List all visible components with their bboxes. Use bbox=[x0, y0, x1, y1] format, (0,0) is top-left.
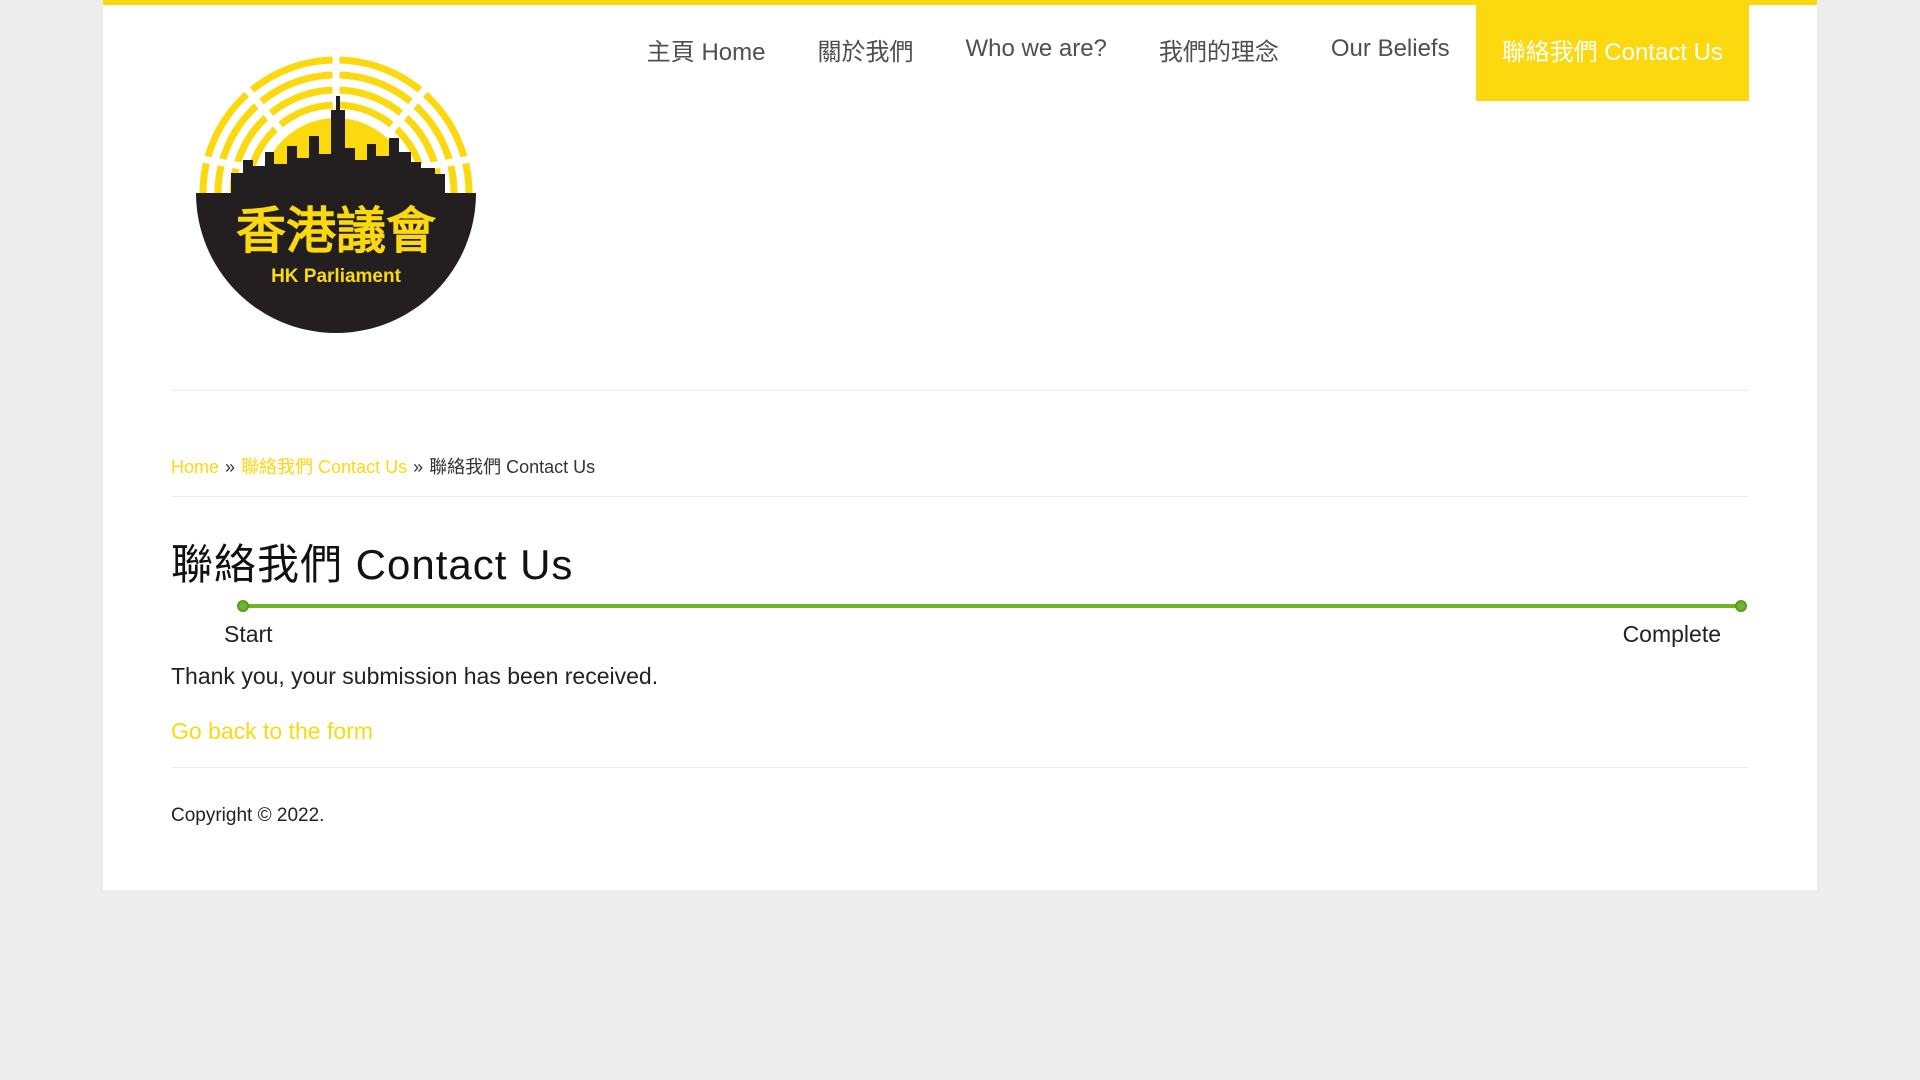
back-to-form-link[interactable]: Go back to the form bbox=[171, 718, 373, 745]
progress-end-dot bbox=[1735, 600, 1747, 612]
progress-end-label: Complete bbox=[1622, 621, 1721, 647]
copyright-text: Copyright © 2022. bbox=[171, 805, 325, 826]
logo-title-text: 香港議會 bbox=[236, 202, 437, 260]
header-divider bbox=[171, 390, 1749, 391]
site-logo[interactable]: 香港議會 HK Parliament bbox=[191, 48, 481, 338]
progress-bar bbox=[237, 600, 1747, 612]
progress-fill bbox=[243, 604, 1741, 608]
nav-item-home[interactable]: 主頁 Home bbox=[621, 5, 792, 101]
content-area: 香港議會 HK Parliament 主頁 Home 關於我們 Who we a… bbox=[171, 5, 1749, 890]
nav-item-beliefs-zh[interactable]: 我們的理念 bbox=[1133, 5, 1305, 101]
progress-start-dot bbox=[237, 600, 249, 612]
breadcrumb-divider bbox=[171, 496, 1749, 497]
page-container: 香港議會 HK Parliament 主頁 Home 關於我們 Who we a… bbox=[103, 0, 1817, 890]
nav-item-who-we-are[interactable]: Who we are? bbox=[939, 5, 1132, 101]
nav-item-contact-us[interactable]: 聯絡我們 Contact Us bbox=[1475, 5, 1749, 101]
nav-item-about-us-zh[interactable]: 關於我們 bbox=[791, 5, 939, 101]
confirmation-message: Thank you, your submission has been rece… bbox=[171, 663, 659, 689]
hk-parliament-logo-icon: 香港議會 HK Parliament bbox=[195, 48, 477, 333]
page-title: 聯絡我們 Contact Us bbox=[171, 541, 574, 588]
footer-divider bbox=[171, 767, 1749, 768]
logo-subtitle-text: HK Parliament bbox=[271, 266, 402, 287]
breadcrumb-separator: » bbox=[413, 457, 424, 477]
breadcrumb-parent-link[interactable]: 聯絡我們 Contact Us bbox=[241, 457, 407, 477]
breadcrumb-home-link[interactable]: Home bbox=[171, 457, 219, 477]
nav-item-our-beliefs[interactable]: Our Beliefs bbox=[1305, 5, 1476, 101]
main-nav: 主頁 Home 關於我們 Who we are? 我們的理念 Our Belie… bbox=[621, 5, 1749, 101]
breadcrumb-separator: » bbox=[225, 457, 236, 477]
breadcrumb-current: 聯絡我們 Contact Us bbox=[429, 457, 596, 477]
progress-start-label: Start bbox=[224, 621, 273, 647]
breadcrumb: Home» 聯絡我們 Contact Us» 聯絡我們 Contact Us bbox=[171, 453, 595, 479]
